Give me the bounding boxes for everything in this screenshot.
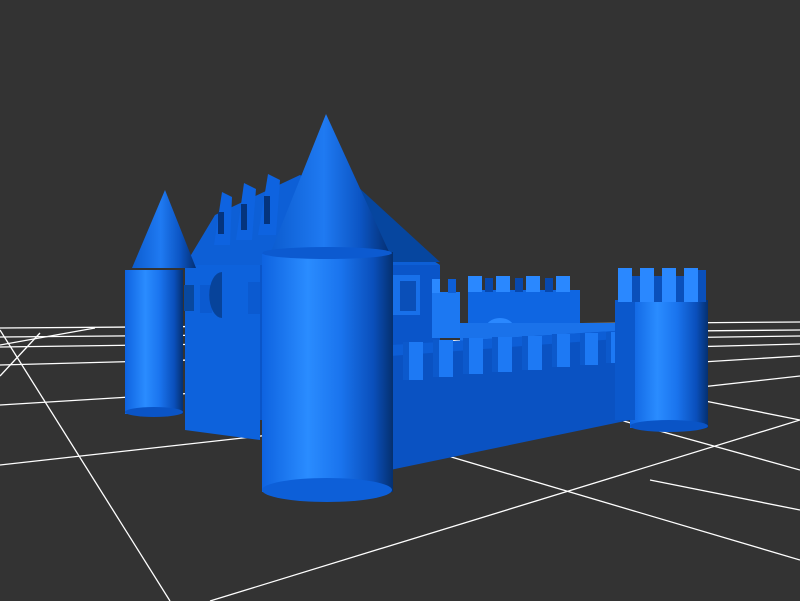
tower-front-left <box>262 114 393 502</box>
dormers <box>214 174 280 245</box>
front-wall <box>390 330 630 470</box>
inner-towers <box>432 276 625 341</box>
scene[interactable] <box>0 0 800 601</box>
tower-front-right <box>615 268 708 432</box>
3d-viewport[interactable] <box>0 0 800 601</box>
